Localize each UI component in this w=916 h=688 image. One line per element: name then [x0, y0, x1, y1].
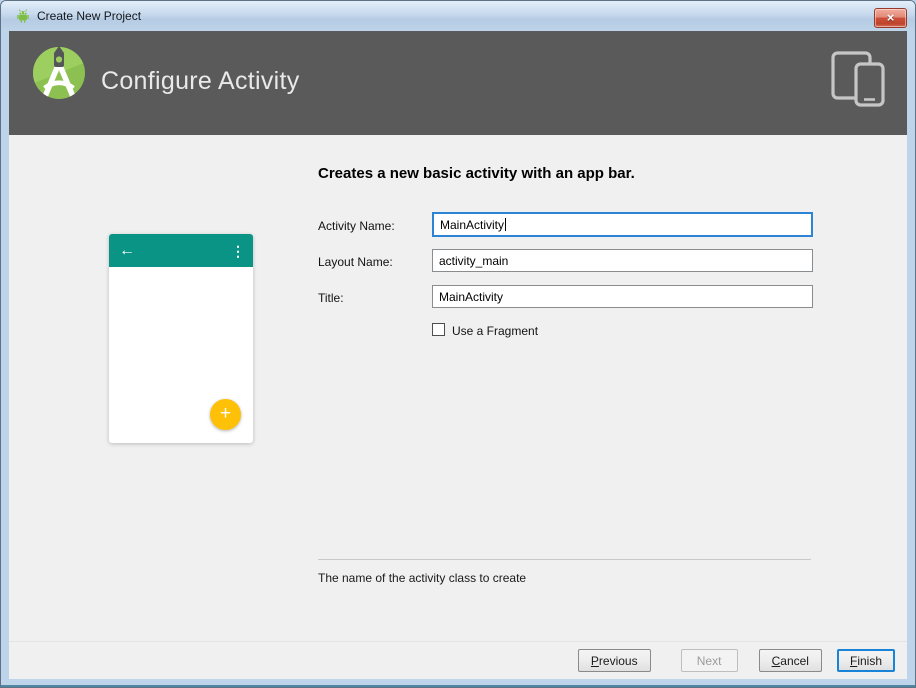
preview-fab: +	[210, 399, 241, 430]
activity-name-input[interactable]: MainActivity	[432, 212, 813, 237]
preview-appbar: ← ⋮	[109, 234, 253, 267]
phone-tablet-icon	[831, 51, 885, 107]
text-cursor	[505, 218, 506, 231]
window-title: Create New Project	[37, 9, 141, 23]
title-input[interactable]: MainActivity	[432, 285, 813, 308]
close-icon: ×	[887, 11, 895, 24]
title-value: MainActivity	[439, 290, 503, 304]
footer-separator	[9, 641, 907, 642]
create-new-project-window: { "window": { "title": "Create New Proje…	[0, 0, 916, 688]
window-titlebar[interactable]: Create New Project ×	[1, 1, 915, 31]
activity-description: Creates a new basic activity with an app…	[318, 165, 635, 182]
page-title: Configure Activity	[101, 67, 300, 96]
wizard-footer: Previous Next Cancel Finish	[578, 649, 895, 672]
wizard-content: Creates a new basic activity with an app…	[9, 135, 907, 679]
title-label: Title:	[318, 291, 344, 305]
activity-name-label: Activity Name:	[318, 219, 395, 233]
cancel-button[interactable]: Cancel	[759, 649, 822, 672]
use-fragment-checkbox[interactable]	[432, 323, 445, 336]
plus-icon: +	[220, 404, 231, 423]
close-button[interactable]: ×	[874, 8, 907, 28]
field-hint: The name of the activity class to create	[318, 571, 526, 585]
activity-preview-card: ← ⋮ +	[109, 234, 253, 443]
previous-button[interactable]: Previous	[578, 649, 651, 672]
back-arrow-icon: ←	[119, 243, 135, 259]
use-fragment-label: Use a Fragment	[452, 324, 538, 338]
finish-button[interactable]: Finish	[837, 649, 895, 672]
next-button[interactable]: Next	[681, 649, 738, 672]
layout-name-value: activity_main	[439, 254, 508, 268]
wizard-header: Configure Activity	[9, 31, 907, 135]
layout-name-label: Layout Name:	[318, 255, 393, 269]
window-bottom-edge	[1, 685, 915, 687]
layout-name-input[interactable]: activity_main	[432, 249, 813, 272]
android-studio-logo-icon	[31, 43, 87, 101]
overflow-menu-icon: ⋮	[231, 244, 245, 258]
android-icon	[15, 8, 31, 24]
hint-divider	[318, 559, 811, 560]
activity-name-value: MainActivity	[440, 218, 504, 232]
